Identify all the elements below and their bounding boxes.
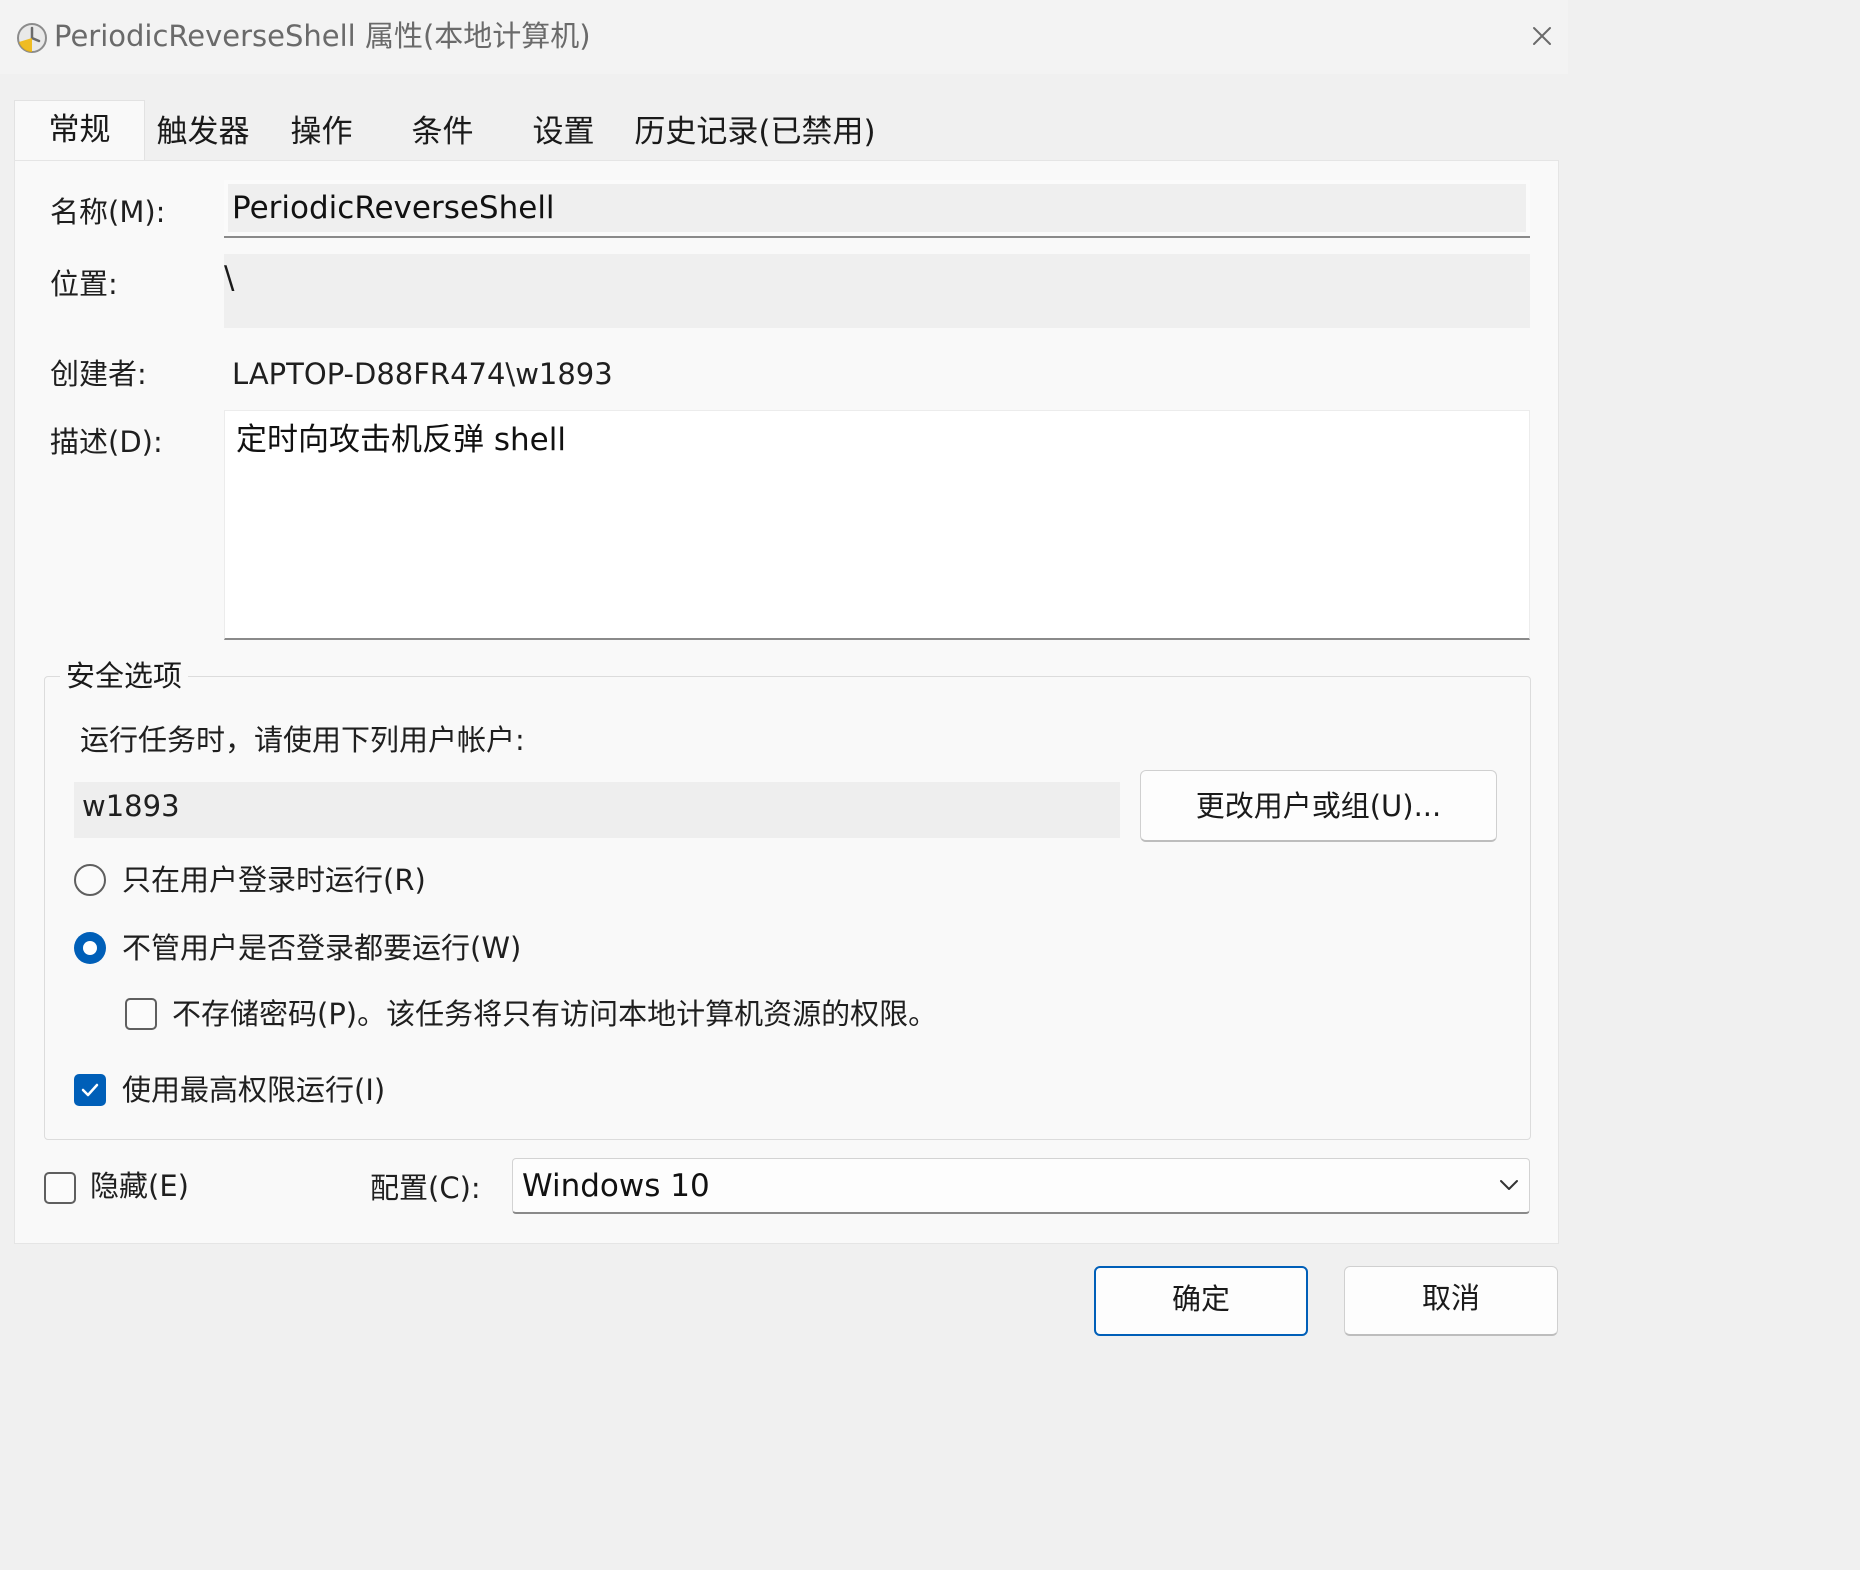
- close-icon[interactable]: [1520, 14, 1564, 58]
- name-label: 名称(M):: [50, 195, 166, 229]
- name-value: PeriodicReverseShell: [232, 190, 555, 226]
- radio-run-when-logged-on-label[interactable]: 只在用户登录时运行(R): [122, 860, 426, 900]
- checkbox-highest-privileges-label[interactable]: 使用最高权限运行(I): [122, 1070, 385, 1110]
- tab-history[interactable]: 历史记录(已禁用): [624, 104, 886, 160]
- radio-run-whether-logged-on[interactable]: [74, 932, 106, 964]
- radio-run-whether-logged-on-label[interactable]: 不管用户是否登录都要运行(W): [122, 928, 521, 968]
- tab-settings[interactable]: 设置: [503, 104, 624, 160]
- location-field[interactable]: [224, 254, 1530, 328]
- author-value: LAPTOP-D88FR474\w1893: [232, 357, 613, 391]
- checkbox-do-not-store-password-label[interactable]: 不存储密码(P)。该任务将只有访问本地计算机资源的权限。: [172, 994, 937, 1034]
- run-as-label: 运行任务时，请使用下列用户帐户:: [80, 723, 525, 757]
- checkbox-do-not-store-password[interactable]: [125, 998, 157, 1030]
- security-options-title: 安全选项: [60, 656, 189, 696]
- configure-value: Windows 10: [522, 1168, 710, 1204]
- tab-general[interactable]: 常规: [14, 100, 145, 162]
- description-label: 描述(D):: [50, 425, 163, 459]
- chevron-down-icon[interactable]: [1496, 1174, 1522, 1196]
- tab-conditions[interactable]: 条件: [382, 104, 503, 160]
- checkbox-highest-privileges[interactable]: [74, 1074, 106, 1106]
- change-user-button[interactable]: 更改用户或组(U)...: [1140, 770, 1497, 842]
- radio-run-when-logged-on[interactable]: [74, 864, 106, 896]
- checkmark-icon: [81, 1083, 99, 1097]
- checkbox-hidden[interactable]: [44, 1172, 76, 1204]
- tab-triggers[interactable]: 触发器: [145, 104, 261, 160]
- clock-icon: [17, 23, 47, 53]
- ok-button[interactable]: 确定: [1094, 1266, 1308, 1336]
- description-value: 定时向攻击机反弹 shell: [236, 422, 566, 458]
- configure-label: 配置(C):: [370, 1171, 481, 1205]
- user-account-field: [74, 782, 1120, 838]
- window-title: PeriodicReverseShell 属性(本地计算机): [54, 19, 591, 53]
- author-label: 创建者:: [50, 357, 147, 391]
- tab-actions[interactable]: 操作: [261, 104, 382, 160]
- location-value: \: [224, 260, 235, 296]
- cancel-button[interactable]: 取消: [1344, 1266, 1558, 1336]
- user-account-value: w1893: [82, 789, 180, 823]
- location-label: 位置:: [50, 267, 118, 301]
- checkbox-hidden-label[interactable]: 隐藏(E): [90, 1166, 189, 1206]
